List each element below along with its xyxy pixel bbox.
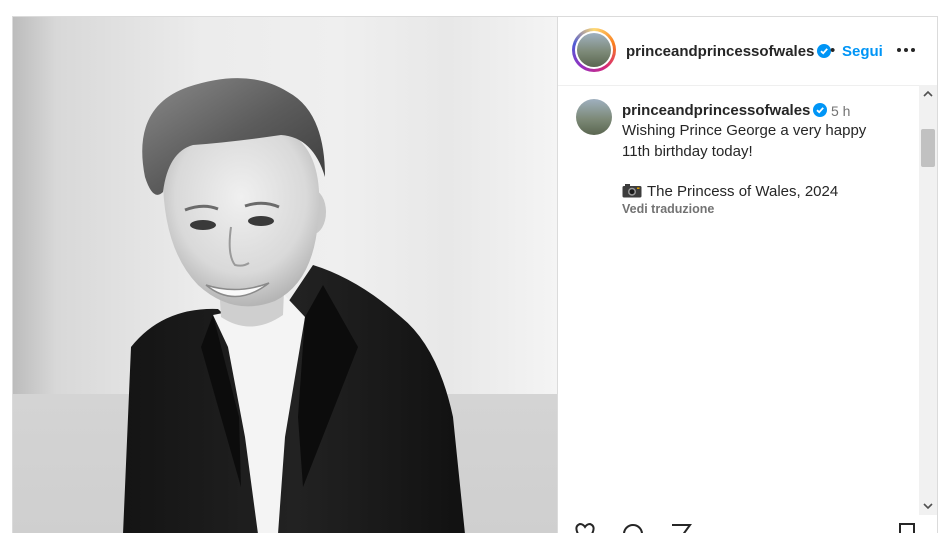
post-header: princeandprincessofwales • Segui <box>558 17 937 86</box>
more-options-icon[interactable] <box>895 39 919 59</box>
caption-timestamp[interactable]: 5 h <box>831 103 850 119</box>
avatar-image <box>577 33 611 67</box>
comment-icon[interactable] <box>622 522 644 533</box>
instagram-post: princeandprincessofwales • Segui princea… <box>12 16 938 533</box>
chevron-up-icon[interactable] <box>919 85 937 103</box>
portrait-illustration <box>123 78 465 533</box>
scrollbar-thumb[interactable] <box>921 129 935 167</box>
caption-avatar[interactable] <box>576 99 612 135</box>
header-avatar[interactable] <box>572 28 616 72</box>
caption-photo-credit: The Princess of Wales, 2024 <box>622 183 838 200</box>
see-translation-link[interactable]: Vedi traduzione <box>622 202 714 216</box>
post-photo[interactable] <box>13 17 557 533</box>
header-username[interactable]: princeandprincessofwales <box>626 43 832 60</box>
share-icon[interactable] <box>670 522 692 533</box>
follow-button[interactable]: Segui <box>842 43 883 60</box>
caption-section: princeandprincessofwales 5 h Wishing Pri… <box>558 85 918 505</box>
camera-icon <box>622 184 642 198</box>
post-actions-row <box>558 522 937 533</box>
caption-scrollbar[interactable] <box>919 85 937 515</box>
caption-username[interactable]: princeandprincessofwales <box>622 102 828 119</box>
like-icon[interactable] <box>574 522 596 533</box>
caption-text-line-1: Wishing Prince George a very happy <box>622 122 867 139</box>
post-side-panel: princeandprincessofwales • Segui princea… <box>557 17 937 533</box>
header-separator: • <box>830 42 836 59</box>
save-icon[interactable] <box>896 522 918 533</box>
verified-badge-icon <box>813 103 828 117</box>
caption-text-line-2: 11th birthday today! <box>622 143 753 160</box>
chevron-down-icon[interactable] <box>919 497 937 515</box>
